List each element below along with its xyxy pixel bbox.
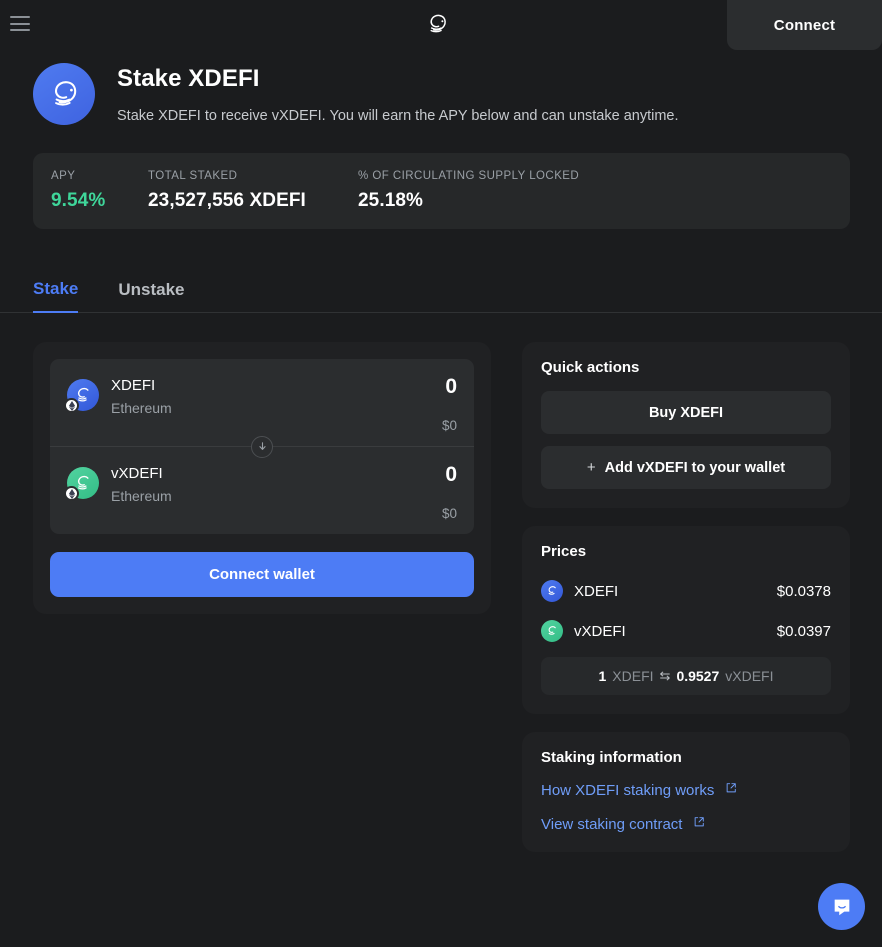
stake-card: XDEFI Ethereum 0 $0 vXDEFI Ethereum 0 $0… xyxy=(33,342,491,614)
external-link-icon xyxy=(693,815,705,833)
rate-right-amount: 0.9527 xyxy=(676,668,720,684)
price-value: $0.0378 xyxy=(776,582,831,600)
link-label: View staking contract xyxy=(541,815,683,833)
token-fiat-value: $0 xyxy=(441,506,457,521)
buy-xdefi-button[interactable]: Buy XDEFI xyxy=(541,391,831,434)
token-row-from[interactable]: XDEFI Ethereum 0 $0 xyxy=(50,359,474,446)
connect-wallet-button[interactable]: Connect wallet xyxy=(50,552,474,597)
page-subtitle: Stake XDEFI to receive vXDEFI. You will … xyxy=(117,108,679,124)
xdefi-logo-icon[interactable] xyxy=(421,8,453,40)
page-header: Stake XDEFI Stake XDEFI to receive vXDEF… xyxy=(0,50,882,126)
stake-column: XDEFI Ethereum 0 $0 vXDEFI Ethereum 0 $0… xyxy=(33,342,491,614)
prices-title: Prices xyxy=(541,543,587,560)
stat-apy: APY 9.54% xyxy=(51,170,148,212)
price-symbol: vXDEFI xyxy=(574,622,626,640)
xdefi-token-icon xyxy=(541,580,563,602)
exchange-rate-box[interactable]: 1 XDEFI ⇆ 0.9527 vXDEFI xyxy=(541,657,831,695)
stat-label: APY xyxy=(51,170,76,182)
stat-label: TOTAL STAKED xyxy=(148,170,238,182)
link-how-staking-works[interactable]: How XDEFI staking works xyxy=(541,781,831,799)
swap-arrows-icon[interactable]: ⇆ xyxy=(660,668,671,684)
token-chain: Ethereum xyxy=(111,400,172,416)
stat-circulating-supply-locked: % OF CIRCULATING SUPPLY LOCKED 25.18% xyxy=(358,170,579,212)
rate-left-amount: 1 xyxy=(598,668,607,684)
token-symbol: XDEFI xyxy=(111,377,156,394)
page-title: Stake XDEFI xyxy=(117,65,260,92)
stat-value: 23,527,556 XDEFI xyxy=(148,190,306,211)
add-vxdefi-to-wallet-button[interactable]: + Add vXDEFI to your wallet xyxy=(541,446,831,489)
connect-button[interactable]: Connect xyxy=(727,0,882,50)
stats-bar: APY 9.54% TOTAL STAKED 23,527,556 XDEFI … xyxy=(33,153,850,229)
plus-icon: + xyxy=(586,459,596,476)
quick-actions-panel: Quick actions Buy XDEFI + Add vXDEFI to … xyxy=(522,342,850,508)
stat-value: 25.18% xyxy=(358,190,424,211)
prices-panel: Prices XDEFI $0.0378 vXDEFI $0.0397 1 XD… xyxy=(522,526,850,714)
token-row-to[interactable]: vXDEFI Ethereum 0 $0 xyxy=(50,447,474,534)
add-vxdefi-label: Add vXDEFI to your wallet xyxy=(604,459,786,476)
link-label: How XDEFI staking works xyxy=(541,781,715,799)
stat-total-staked: TOTAL STAKED 23,527,556 XDEFI xyxy=(148,170,358,212)
price-row-vxdefi: vXDEFI $0.0397 xyxy=(541,615,831,647)
xdefi-token-logo xyxy=(33,63,95,125)
ethereum-badge-icon xyxy=(64,486,79,501)
quick-actions-title: Quick actions xyxy=(541,359,640,376)
token-symbol: vXDEFI xyxy=(111,465,163,482)
hamburger-menu-icon[interactable] xyxy=(10,16,30,31)
rate-left-symbol: XDEFI xyxy=(612,668,654,684)
main-content: XDEFI Ethereum 0 $0 vXDEFI Ethereum 0 $0… xyxy=(0,313,882,870)
vxdefi-token-icon xyxy=(541,620,563,642)
tabs: Stake Unstake xyxy=(0,278,882,313)
price-value: $0.0397 xyxy=(776,622,831,640)
token-amount[interactable]: 0 xyxy=(442,376,457,398)
staking-information-title: Staking information xyxy=(541,749,682,766)
stat-value: 9.54% xyxy=(51,190,106,211)
token-swap-panel: XDEFI Ethereum 0 $0 vXDEFI Ethereum 0 $0 xyxy=(50,359,474,534)
tab-stake[interactable]: Stake xyxy=(33,279,79,313)
vxdefi-token-icon xyxy=(64,467,99,501)
external-link-icon xyxy=(725,781,737,799)
top-bar: Connect xyxy=(0,0,882,50)
price-row-xdefi: XDEFI $0.0378 xyxy=(541,575,831,607)
intercom-chat-icon[interactable] xyxy=(818,883,865,930)
link-view-staking-contract[interactable]: View staking contract xyxy=(541,815,831,833)
price-symbol: XDEFI xyxy=(574,582,619,600)
tab-unstake[interactable]: Unstake xyxy=(118,279,184,313)
rate-right-symbol: vXDEFI xyxy=(725,668,774,684)
token-chain: Ethereum xyxy=(111,488,172,504)
xdefi-token-icon xyxy=(64,379,99,413)
token-amount[interactable]: 0 xyxy=(442,464,457,486)
ethereum-badge-icon xyxy=(64,398,79,413)
staking-information-panel: Staking information How XDEFI staking wo… xyxy=(522,732,850,852)
token-fiat-value: $0 xyxy=(441,418,457,433)
stat-label: % OF CIRCULATING SUPPLY LOCKED xyxy=(358,170,580,182)
sidebar-column: Quick actions Buy XDEFI + Add vXDEFI to … xyxy=(522,342,850,870)
